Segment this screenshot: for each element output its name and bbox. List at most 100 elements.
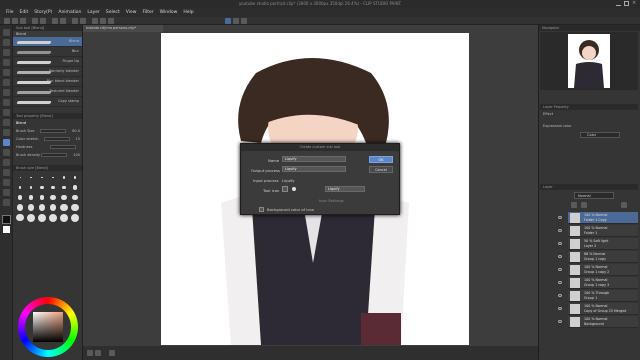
brush-size-option[interactable] bbox=[48, 183, 58, 192]
eye-icon[interactable] bbox=[556, 305, 564, 313]
eraser-tool-icon[interactable] bbox=[3, 149, 10, 156]
layer-row[interactable]: 100 % Normal Copy of Group 25 Merged bbox=[568, 303, 638, 315]
eye-icon[interactable] bbox=[556, 318, 564, 326]
brush-size-option[interactable] bbox=[37, 193, 47, 202]
brush-density-row[interactable]: Brush density 100 bbox=[13, 151, 82, 159]
brush-item-blur[interactable]: Blur bbox=[13, 47, 82, 57]
brush-size-option[interactable] bbox=[48, 193, 58, 202]
new-file-icon[interactable] bbox=[4, 18, 10, 24]
layer-row[interactable]: 100 % Normal Group 1 copy 3 bbox=[568, 277, 638, 289]
brush-size-row[interactable]: Brush Size 80.0 bbox=[13, 127, 82, 135]
gradient-tool-icon[interactable] bbox=[3, 169, 10, 176]
expression-color-select[interactable]: Color bbox=[580, 132, 620, 138]
eye-icon[interactable] bbox=[556, 227, 564, 235]
menu-file[interactable]: File bbox=[6, 10, 14, 15]
navigator-preview[interactable] bbox=[540, 32, 638, 90]
brush-size-option[interactable] bbox=[37, 203, 47, 212]
fill-tool-icon[interactable] bbox=[3, 159, 10, 166]
open-icon[interactable] bbox=[12, 18, 18, 24]
layer-row[interactable]: 100 % Normal Background bbox=[568, 316, 638, 328]
snap-grid-icon[interactable] bbox=[241, 18, 247, 24]
brush-size-option[interactable] bbox=[15, 203, 25, 212]
eye-icon[interactable] bbox=[556, 214, 564, 222]
figure-tool-icon[interactable] bbox=[3, 179, 10, 186]
selection-tool-icon[interactable] bbox=[3, 69, 10, 76]
eye-icon[interactable] bbox=[556, 240, 564, 248]
zoom-in-icon[interactable] bbox=[95, 350, 101, 356]
rotate-icon[interactable] bbox=[109, 350, 115, 356]
eye-icon[interactable] bbox=[556, 266, 564, 274]
menu-story[interactable]: Story(P) bbox=[34, 10, 52, 15]
save-icon[interactable] bbox=[20, 18, 26, 24]
maximize-icon[interactable] bbox=[624, 1, 629, 6]
lasso-tool-icon[interactable] bbox=[3, 79, 10, 86]
brush-item-textured-blender[interactable]: Textured blender bbox=[13, 87, 82, 97]
fill-icon[interactable] bbox=[100, 18, 106, 24]
color-stretch-row[interactable]: Color stretch 15 bbox=[13, 135, 82, 143]
tool-icon-select[interactable]: Liquify bbox=[325, 186, 365, 192]
brush-size-option[interactable] bbox=[48, 213, 58, 222]
brush-size-option[interactable] bbox=[15, 183, 25, 192]
eye-icon[interactable] bbox=[556, 279, 564, 287]
brush-size-option[interactable] bbox=[15, 193, 25, 202]
close-icon[interactable]: × bbox=[632, 1, 637, 6]
snap-ruler-icon[interactable] bbox=[233, 18, 239, 24]
menu-help[interactable]: Help bbox=[183, 10, 193, 15]
brush-size-option[interactable] bbox=[15, 213, 25, 222]
brush-item-painterly-blender[interactable]: Painterly blender bbox=[13, 67, 82, 77]
brush-size-option[interactable] bbox=[37, 173, 47, 182]
layer-row[interactable]: 100 % Normal Folder 1 bbox=[568, 225, 638, 237]
ruler-icon[interactable] bbox=[108, 18, 114, 24]
text-tool-icon[interactable] bbox=[3, 189, 10, 196]
snap-icon[interactable] bbox=[225, 18, 231, 24]
invert-selection-icon[interactable] bbox=[80, 18, 86, 24]
brush-size-option[interactable] bbox=[26, 213, 36, 222]
blend-mode-select[interactable]: Normal bbox=[574, 192, 614, 199]
zoom-out-icon[interactable] bbox=[87, 350, 93, 356]
background-color-checkbox[interactable] bbox=[259, 207, 264, 212]
brush-size-option[interactable] bbox=[70, 173, 80, 182]
brush-size-option[interactable] bbox=[59, 173, 69, 182]
tool-icon-radio[interactable] bbox=[292, 187, 296, 191]
color-wheel[interactable] bbox=[18, 297, 78, 357]
new-folder-icon[interactable] bbox=[581, 202, 587, 208]
eye-icon[interactable] bbox=[556, 253, 564, 261]
brush-size-option[interactable] bbox=[26, 173, 36, 182]
menu-animation[interactable]: Animation bbox=[58, 10, 81, 15]
brush-size-option[interactable] bbox=[70, 203, 80, 212]
brush-item-blur-blend-blender[interactable]: Blur blend blender bbox=[13, 77, 82, 87]
layer-row[interactable]: 100 % Normal Folder 1 Copy bbox=[568, 212, 638, 224]
delete-layer-icon[interactable] bbox=[621, 202, 627, 208]
zoom-tool-icon[interactable] bbox=[3, 29, 10, 36]
icon-settings-button[interactable]: Icon Settings bbox=[319, 198, 344, 203]
crop-icon[interactable] bbox=[92, 18, 98, 24]
brush-size-option[interactable] bbox=[48, 173, 58, 182]
tool-icon-checkbox[interactable] bbox=[282, 186, 288, 192]
layer-row[interactable]: 50 % Soft light Layer 2 bbox=[568, 238, 638, 250]
brush-size-option[interactable] bbox=[59, 213, 69, 222]
brush-size-option[interactable] bbox=[59, 193, 69, 202]
layer-row[interactable]: 100 % Normal Group 1 copy 2 bbox=[568, 264, 638, 276]
brush-size-option[interactable] bbox=[15, 173, 25, 182]
main-color-swatch[interactable] bbox=[2, 215, 11, 224]
brush-tool-icon[interactable] bbox=[3, 119, 10, 126]
menu-filter[interactable]: Filter bbox=[142, 10, 153, 15]
clear-icon[interactable] bbox=[52, 18, 58, 24]
brush-size-option[interactable] bbox=[70, 183, 80, 192]
transform-icon[interactable] bbox=[60, 18, 66, 24]
pencil-tool-icon[interactable] bbox=[3, 109, 10, 116]
ok-button[interactable]: OK bbox=[369, 156, 393, 163]
brush-size-option[interactable] bbox=[70, 193, 80, 202]
menu-layer[interactable]: Layer bbox=[87, 10, 100, 15]
menu-window[interactable]: Window bbox=[160, 10, 178, 15]
brush-size-option[interactable] bbox=[48, 203, 58, 212]
name-input[interactable]: Liquify bbox=[282, 156, 346, 162]
move-tool-icon[interactable] bbox=[3, 39, 10, 46]
new-layer-icon[interactable] bbox=[571, 202, 577, 208]
brush-size-option[interactable] bbox=[26, 203, 36, 212]
document-tab[interactable]: makoto niijima persona.clip* bbox=[83, 25, 163, 32]
balloon-tool-icon[interactable] bbox=[3, 199, 10, 206]
brush-size-option[interactable] bbox=[59, 183, 69, 192]
brush-size-option[interactable] bbox=[26, 193, 36, 202]
brush-item-blend[interactable]: Blend bbox=[13, 37, 82, 47]
